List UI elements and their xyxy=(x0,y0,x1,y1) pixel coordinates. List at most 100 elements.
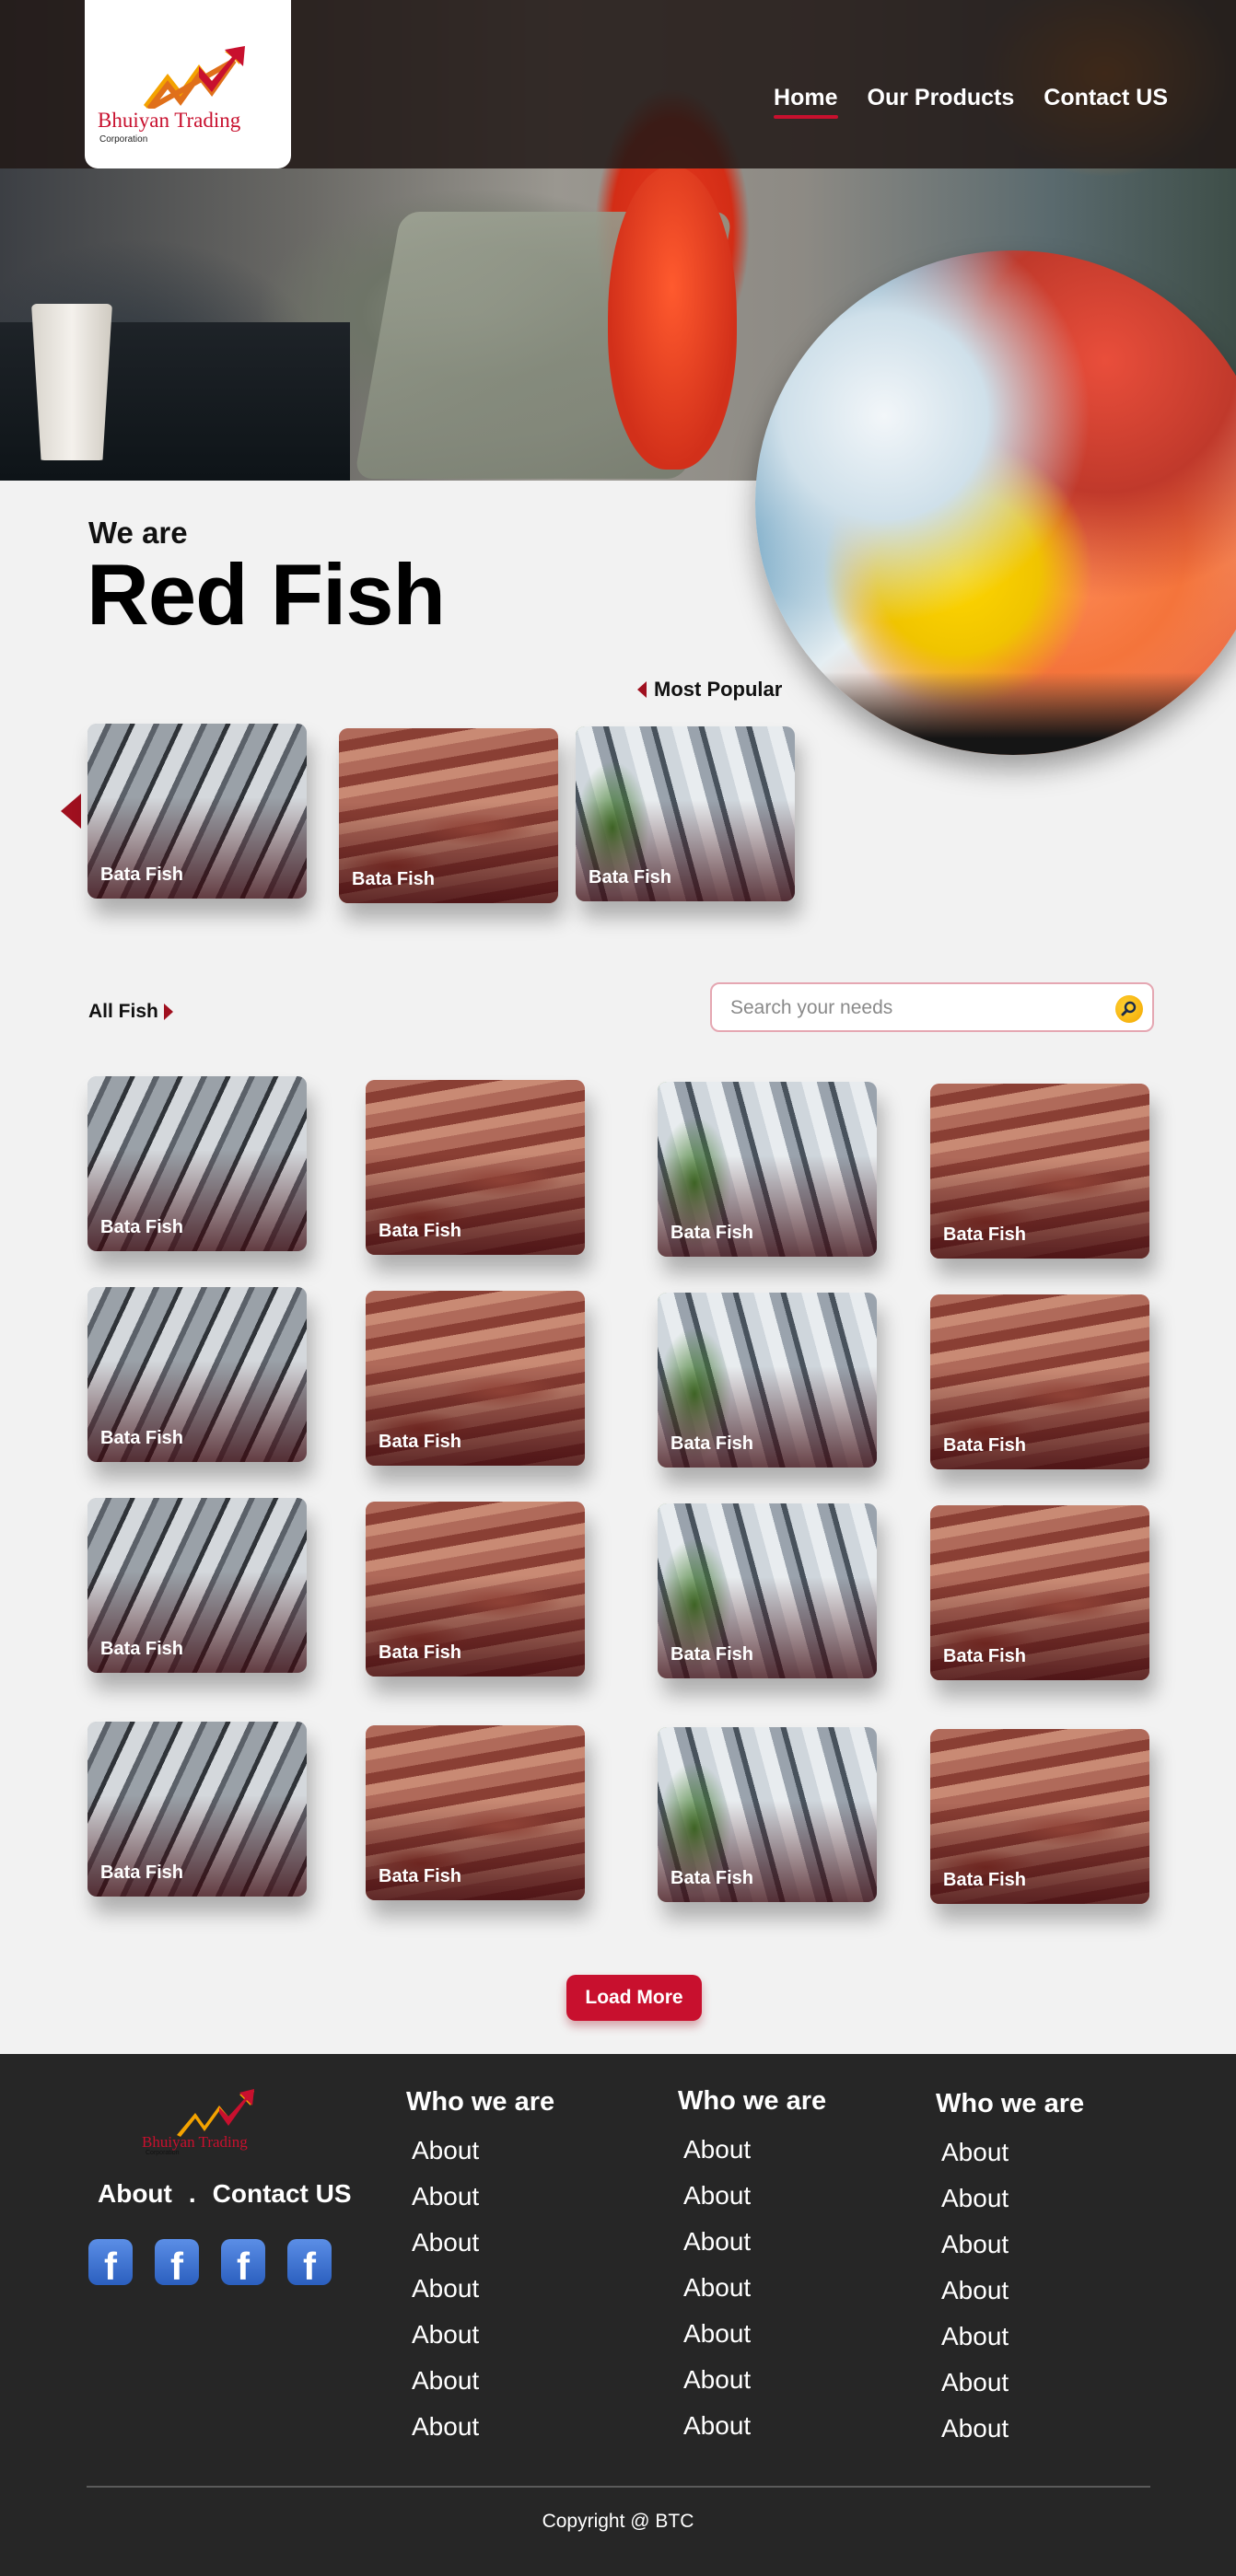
footer-column-heading: Who we are xyxy=(406,2087,555,2117)
card-label: Bata Fish xyxy=(943,1435,1027,1456)
facebook-icon[interactable]: f xyxy=(88,2239,133,2288)
footer-link-about[interactable]: About xyxy=(98,2179,172,2209)
copyright: Copyright @ BTC xyxy=(542,2511,694,2532)
card-label: Bata Fish xyxy=(943,1870,1027,1890)
navbar: Bhuiyan Trading Corporation Home Our Pro… xyxy=(0,0,1236,168)
fish-card[interactable]: Bata Fish xyxy=(930,1294,1149,1469)
footer-column-link[interactable]: About xyxy=(683,2319,826,2365)
fish-card[interactable]: Bata Fish xyxy=(87,1076,307,1251)
social-links: f f f f xyxy=(88,2239,332,2288)
card-label: Bata Fish xyxy=(670,1223,754,1243)
most-popular-heading[interactable]: Most Popular xyxy=(637,678,782,702)
footer-column-link[interactable]: About xyxy=(941,2414,1084,2460)
footer-column-link[interactable]: About xyxy=(683,2273,826,2319)
fish-card[interactable]: Bata Fish xyxy=(930,1505,1149,1680)
card-label: Bata Fish xyxy=(352,869,436,889)
nav-our-products[interactable]: Our Products xyxy=(868,85,1015,111)
footer-quick-links: About . Contact US xyxy=(98,2179,352,2209)
footer-column-link[interactable]: About xyxy=(683,2227,826,2273)
card-label: Bata Fish xyxy=(100,1639,184,1659)
card-label: Bata Fish xyxy=(100,1428,184,1448)
all-fish-label: All Fish xyxy=(88,1001,158,1022)
fish-card[interactable]: Bata Fish xyxy=(366,1080,585,1255)
popular-card[interactable]: Bata Fish xyxy=(339,728,558,903)
fish-card[interactable]: Bata Fish xyxy=(366,1502,585,1677)
popular-card[interactable]: Bata Fish xyxy=(576,726,795,901)
fish-card[interactable]: Bata Fish xyxy=(930,1729,1149,1904)
footer-column: Who we are About About About About About… xyxy=(678,2086,826,2457)
all-fish-heading[interactable]: All Fish xyxy=(88,1001,173,1023)
footer-column-link[interactable]: About xyxy=(941,2322,1084,2368)
footer-column-link[interactable]: About xyxy=(412,2412,554,2458)
fish-card[interactable]: Bata Fish xyxy=(87,1722,307,1897)
fish-card[interactable]: Bata Fish xyxy=(658,1082,877,1257)
search-icon xyxy=(1121,1001,1137,1016)
card-label: Bata Fish xyxy=(379,1221,462,1241)
logo-title: Bhuiyan Trading xyxy=(98,109,241,132)
fish-card[interactable]: Bata Fish xyxy=(930,1084,1149,1259)
facebook-icon[interactable]: f xyxy=(155,2239,199,2288)
footer-column: Who we are About About About About About… xyxy=(936,2089,1084,2460)
footer-column-link[interactable]: About xyxy=(412,2320,554,2366)
footer-column-link[interactable]: About xyxy=(412,2182,554,2228)
footer-column-link[interactable]: About xyxy=(412,2366,554,2412)
fish-card[interactable]: Bata Fish xyxy=(87,1498,307,1673)
fish-card[interactable]: Bata Fish xyxy=(658,1503,877,1678)
load-more-button[interactable]: Load More xyxy=(566,1975,702,2021)
footer-column-link[interactable]: About xyxy=(941,2230,1084,2276)
footer-column-link[interactable]: About xyxy=(683,2365,826,2411)
hero-coffee-cup xyxy=(31,304,112,460)
footer-column-link[interactable]: About xyxy=(683,2181,826,2227)
fish-card[interactable]: Bata Fish xyxy=(658,1293,877,1468)
footer-logo-title: Bhuiyan Trading xyxy=(142,2133,248,2151)
facebook-icon[interactable]: f xyxy=(221,2239,265,2288)
nav-contact-us[interactable]: Contact US xyxy=(1044,85,1168,111)
page-title: Red Fish xyxy=(87,546,446,643)
footer-link-separator: . xyxy=(188,2179,196,2208)
search-input[interactable] xyxy=(730,995,1099,1021)
main-nav: Home Our Products Contact US xyxy=(774,85,1168,119)
hero-red-fish xyxy=(608,166,737,470)
card-label: Bata Fish xyxy=(379,1642,462,1663)
footer-column-heading: Who we are xyxy=(936,2089,1085,2118)
card-label: Bata Fish xyxy=(670,1868,754,1888)
sashimi-plate-image xyxy=(755,250,1236,755)
footer-column-link[interactable]: About xyxy=(941,2184,1084,2230)
footer-column-link[interactable]: About xyxy=(412,2274,554,2320)
card-label: Bata Fish xyxy=(100,1217,184,1237)
card-label: Bata Fish xyxy=(943,1224,1027,1245)
card-label: Bata Fish xyxy=(379,1866,462,1886)
footer-column-link[interactable]: About xyxy=(412,2228,554,2274)
card-label: Bata Fish xyxy=(589,867,672,888)
footer-column-link[interactable]: About xyxy=(941,2368,1084,2414)
footer: Bhuiyan Trading Corporation About . Cont… xyxy=(0,2054,1236,2576)
popular-card[interactable]: Bata Fish xyxy=(87,724,307,899)
fish-card[interactable]: Bata Fish xyxy=(658,1727,877,1902)
footer-column-link[interactable]: About xyxy=(412,2136,554,2182)
card-label: Bata Fish xyxy=(670,1644,754,1665)
footer-column-link[interactable]: About xyxy=(683,2135,826,2181)
nav-home[interactable]: Home xyxy=(774,85,838,119)
card-label: Bata Fish xyxy=(670,1433,754,1454)
popular-prev-arrow-icon[interactable] xyxy=(61,794,81,829)
most-popular-label: Most Popular xyxy=(654,678,783,701)
footer-link-contact[interactable]: Contact US xyxy=(213,2179,352,2209)
caret-left-icon xyxy=(637,681,647,698)
footer-divider xyxy=(87,2486,1150,2488)
card-label: Bata Fish xyxy=(379,1432,462,1452)
fish-card[interactable]: Bata Fish xyxy=(366,1291,585,1466)
footer-column-link[interactable]: About xyxy=(941,2138,1084,2184)
facebook-icon[interactable]: f xyxy=(287,2239,332,2288)
card-label: Bata Fish xyxy=(943,1646,1027,1666)
fish-card[interactable]: Bata Fish xyxy=(87,1287,307,1462)
fish-card[interactable]: Bata Fish xyxy=(366,1725,585,1900)
logo[interactable]: Bhuiyan Trading Corporation xyxy=(85,0,291,168)
search-box xyxy=(710,982,1154,1032)
logo-subtitle: Corporation xyxy=(99,134,148,145)
search-button[interactable] xyxy=(1115,995,1143,1023)
footer-logo-subtitle: Corporation xyxy=(146,2150,180,2156)
footer-column-heading: Who we are xyxy=(678,2086,827,2116)
card-label: Bata Fish xyxy=(100,1862,184,1883)
footer-column-link[interactable]: About xyxy=(941,2276,1084,2322)
footer-column-link[interactable]: About xyxy=(683,2411,826,2457)
